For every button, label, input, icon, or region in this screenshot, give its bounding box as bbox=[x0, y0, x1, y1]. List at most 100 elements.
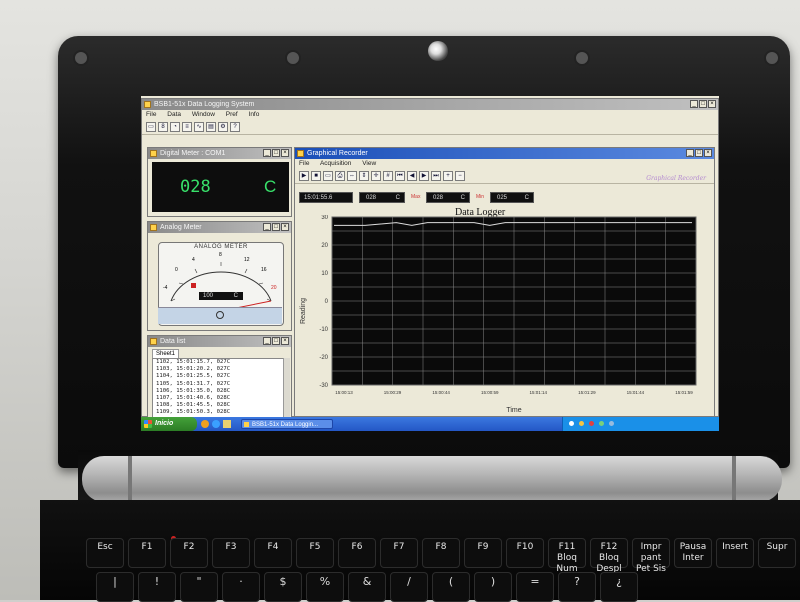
folder-quicklaunch-icon[interactable] bbox=[223, 420, 231, 428]
key-f10[interactable]: F10 bbox=[506, 538, 544, 568]
key-number-row[interactable]: = bbox=[516, 572, 554, 602]
network-icon[interactable] bbox=[569, 421, 574, 426]
key-pausa[interactable]: Pausa Inter bbox=[674, 538, 712, 568]
menu-pref[interactable]: Pref bbox=[226, 111, 238, 118]
scale-icon[interactable]: ⇕ bbox=[359, 171, 369, 181]
data-list[interactable]: 1102, 15:01:15.7, 027C 1103, 15:01:20.2,… bbox=[152, 358, 287, 422]
y-tick-label: -30 bbox=[319, 383, 328, 389]
close-button[interactable]: × bbox=[708, 100, 716, 108]
minimize-button[interactable]: _ bbox=[263, 223, 271, 231]
key-number-row[interactable]: $ bbox=[264, 572, 302, 602]
key-f11[interactable]: F11 Bloq Num bbox=[548, 538, 586, 574]
key-number-row[interactable]: ? bbox=[558, 572, 596, 602]
menu-info[interactable]: Info bbox=[249, 111, 260, 118]
forward-icon[interactable]: ▶ bbox=[419, 171, 429, 181]
app-icon bbox=[144, 101, 151, 108]
usb-icon[interactable] bbox=[609, 421, 614, 426]
menu-file[interactable]: File bbox=[299, 160, 309, 167]
zoom-out-icon[interactable]: − bbox=[455, 171, 465, 181]
key-esc[interactable]: Esc bbox=[86, 538, 124, 568]
maximize-button[interactable]: □ bbox=[272, 337, 280, 345]
analog-meter-titlebar[interactable]: Analog Meter _ □ × bbox=[148, 222, 291, 233]
key-number-row[interactable]: " bbox=[180, 572, 218, 602]
cursor-icon[interactable]: ✛ bbox=[371, 171, 381, 181]
sheet-tab[interactable]: Sheet1 bbox=[152, 349, 180, 358]
close-button[interactable]: × bbox=[704, 149, 712, 157]
security-icon[interactable] bbox=[589, 421, 594, 426]
key-number-row[interactable]: ) bbox=[474, 572, 512, 602]
key-number-row[interactable]: · bbox=[222, 572, 260, 602]
key-f12[interactable]: F12 Bloq Despl bbox=[590, 538, 628, 574]
maximize-button[interactable]: □ bbox=[699, 100, 707, 108]
open-icon[interactable]: ▭ bbox=[146, 122, 156, 132]
maximize-button[interactable]: □ bbox=[695, 149, 703, 157]
key-number-row[interactable]: & bbox=[348, 572, 386, 602]
key-f4[interactable]: F4 bbox=[254, 538, 292, 568]
menu-acquisition[interactable]: Acquisition bbox=[320, 160, 351, 167]
save-icon[interactable]: ▭ bbox=[323, 171, 333, 181]
menu-data[interactable]: Data bbox=[167, 111, 181, 118]
app-icon bbox=[244, 422, 249, 427]
key-f7[interactable]: F7 bbox=[380, 538, 418, 568]
explorer-quicklaunch-icon[interactable] bbox=[212, 420, 220, 428]
menu-file[interactable]: File bbox=[146, 111, 156, 118]
key-f8[interactable]: F8 bbox=[422, 538, 460, 568]
settings-icon[interactable]: ⚙ bbox=[218, 122, 228, 132]
browser-quicklaunch-icon[interactable] bbox=[201, 420, 209, 428]
digital-meter-titlebar[interactable]: Digital Meter : COM1 _ □ × bbox=[148, 148, 291, 159]
minimize-button[interactable]: _ bbox=[263, 337, 271, 345]
play-icon[interactable]: ▶ bbox=[299, 171, 309, 181]
zoom-fit-icon[interactable]: ⇔ bbox=[347, 171, 357, 181]
print-icon[interactable]: ⎙ bbox=[335, 171, 345, 181]
window-icon[interactable]: ▤ bbox=[206, 122, 216, 132]
last-icon[interactable]: ⏭ bbox=[431, 171, 441, 181]
help-icon[interactable]: ? bbox=[230, 122, 240, 132]
key-f6[interactable]: F6 bbox=[338, 538, 376, 568]
minimize-button[interactable]: _ bbox=[686, 149, 694, 157]
key-f9[interactable]: F9 bbox=[464, 538, 502, 568]
recorder-titlebar[interactable]: Graphical Recorder _ □ × bbox=[295, 148, 714, 159]
analog-meter-icon[interactable]: ◔ bbox=[170, 122, 180, 132]
key-number-row[interactable]: % bbox=[306, 572, 344, 602]
menu-window[interactable]: Window bbox=[192, 111, 215, 118]
graphical-recorder-window: Graphical Recorder _ □ × File Acquisitio… bbox=[294, 147, 715, 417]
key-f2[interactable]: F2 bbox=[170, 538, 208, 568]
key-number-row[interactable]: ( bbox=[432, 572, 470, 602]
grid-icon[interactable]: # bbox=[383, 171, 393, 181]
volume-icon[interactable] bbox=[599, 421, 604, 426]
battery-icon[interactable] bbox=[579, 421, 584, 426]
first-icon[interactable]: ⏮ bbox=[395, 171, 405, 181]
main-window-titlebar[interactable]: BSB1-51x Data Logging System _ □ × bbox=[142, 99, 718, 110]
data-list-titlebar[interactable]: Data list _ □ × bbox=[148, 336, 291, 347]
digital-meter-icon[interactable]: 8 bbox=[158, 122, 168, 132]
recorder-icon[interactable]: ∿ bbox=[194, 122, 204, 132]
stop-icon[interactable]: ■ bbox=[311, 171, 321, 181]
y-axis-label: Reading bbox=[300, 298, 307, 324]
minimize-button[interactable]: _ bbox=[690, 100, 698, 108]
key-f3[interactable]: F3 bbox=[212, 538, 250, 568]
key-number-row[interactable]: | bbox=[96, 572, 134, 602]
back-icon[interactable]: ◀ bbox=[407, 171, 417, 181]
key-number-row[interactable]: ! bbox=[138, 572, 176, 602]
close-button[interactable]: × bbox=[281, 149, 289, 157]
maximize-button[interactable]: □ bbox=[272, 223, 280, 231]
key-supr[interactable]: Supr bbox=[758, 538, 796, 568]
key-f5[interactable]: F5 bbox=[296, 538, 334, 568]
minimize-button[interactable]: _ bbox=[263, 149, 271, 157]
data-logger-chart[interactable]: 30 20 10 0 -10 -20 -30 15:00:13 15:00:29 15:00:4… bbox=[295, 215, 715, 415]
key-impr[interactable]: Impr pant Pet Sis bbox=[632, 538, 670, 574]
key-number-row[interactable]: / bbox=[390, 572, 428, 602]
key-number-row[interactable]: ¿ bbox=[600, 572, 638, 602]
key-f1[interactable]: F1 bbox=[128, 538, 166, 568]
data-list-icon[interactable]: ≡ bbox=[182, 122, 192, 132]
close-button[interactable]: × bbox=[281, 223, 289, 231]
zero-adjust-icon[interactable] bbox=[216, 311, 224, 319]
list-scrollbar[interactable] bbox=[283, 358, 290, 420]
key-insert[interactable]: Insert bbox=[716, 538, 754, 568]
menu-view[interactable]: View bbox=[362, 160, 376, 167]
start-button[interactable]: Inicio bbox=[141, 417, 197, 431]
maximize-button[interactable]: □ bbox=[272, 149, 280, 157]
close-button[interactable]: × bbox=[281, 337, 289, 345]
taskbar-app-button[interactable]: BSB1-51x Data Loggin... bbox=[241, 419, 333, 429]
zoom-in-icon[interactable]: + bbox=[443, 171, 453, 181]
